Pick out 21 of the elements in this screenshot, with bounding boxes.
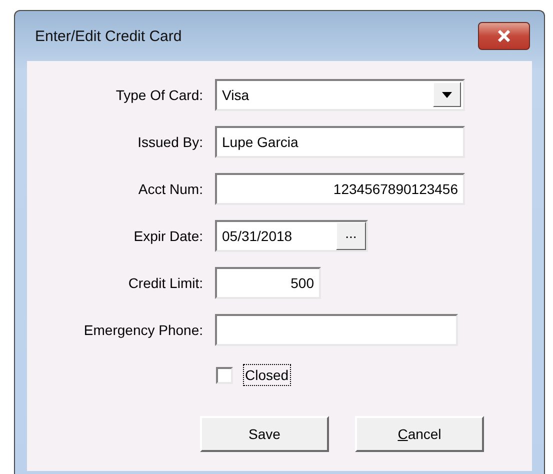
field-label: Issued By: (136, 134, 204, 150)
input-field[interactable] (215, 314, 458, 346)
input-field[interactable]: 500 (215, 266, 321, 298)
window-title: Enter/Edit Credit Card (35, 28, 182, 44)
dropdown-arrow-icon (442, 92, 452, 98)
cancel-button[interactable]: Cancel (355, 416, 484, 452)
card-type-dropdown[interactable]: Visa (215, 78, 465, 110)
field-label: Expir Date: (132, 228, 204, 244)
checkbox-label[interactable]: Closed (243, 364, 291, 386)
field-label: Emergency Phone: (82, 322, 204, 338)
input-field[interactable]: Lupe Garcia (215, 126, 465, 158)
close-icon (497, 30, 511, 42)
save-button[interactable]: Save (200, 416, 329, 452)
field-label: Acct Num: (137, 180, 204, 196)
close-button[interactable] (478, 22, 530, 50)
field-label: Type Of Card: (114, 86, 204, 102)
field-label: Credit Limit: (127, 274, 204, 290)
date-field[interactable]: 05/31/2018 ... (215, 220, 368, 252)
date-picker-button[interactable]: ... (336, 222, 366, 250)
checkbox[interactable] (216, 366, 233, 384)
input-field[interactable]: 1234567890123456 (215, 172, 465, 204)
